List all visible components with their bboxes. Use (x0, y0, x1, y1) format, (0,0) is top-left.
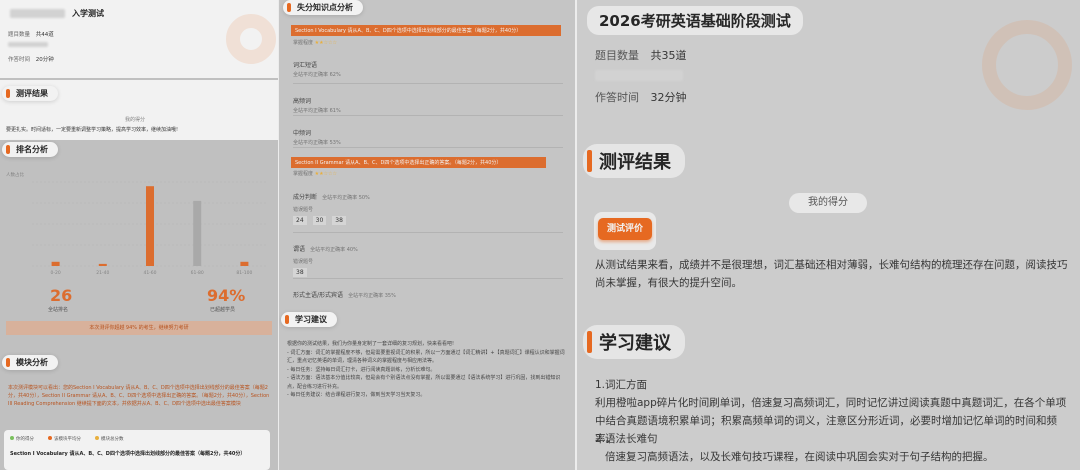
section-result-title: 测评结果 (583, 144, 685, 178)
x-tick-61-80: 61-80 (191, 270, 204, 276)
question-count-row: 题目数量 共35道 (595, 47, 687, 63)
panel-weak-points: 失分知识点分析 Section I Vocabulary 请从A、B、C、D四个… (279, 0, 575, 470)
blurred-user-name (10, 9, 65, 18)
section-rank-title: 排名分析 (2, 142, 58, 157)
time-row: 作答时间 32分钟 (595, 89, 687, 105)
watermark-logo-icon (982, 20, 1072, 110)
list-item[interactable]: 词汇短语 全站平均正确率 62% (293, 52, 563, 84)
time-row: 作答时间 20分钟 (8, 55, 54, 63)
sec2-item-c[interactable]: 形式主语/形式宾语 全站平均正确率 35% (293, 278, 563, 301)
time-label: 作答时间 (595, 91, 639, 104)
legend-dot-icon (10, 436, 14, 440)
mastery-label-2: 掌握程度 ★★☆☆☆ (293, 171, 338, 177)
surpass-banner: 本次测评你超越 94% 的考生，继续努力考研 (6, 321, 272, 335)
y-axis-label: 人数占比 (6, 171, 24, 178)
surpass-label: 已超越学员 (210, 307, 236, 313)
time-value: 32分钟 (650, 91, 687, 104)
list-item[interactable]: 中频词 全站平均正确率 53% (293, 116, 563, 148)
question-count-label: 题目数量 (595, 49, 639, 62)
x-tick-41-60: 41-60 (143, 270, 156, 276)
my-score-label: 我的得分 (125, 117, 146, 123)
test-info-card: 入学测试 题目数量 共44道 作答时间 20分钟 (0, 0, 278, 78)
evaluation-button[interactable]: 测试评价 (598, 218, 652, 240)
x-tick-21-40: 21-40 (96, 270, 109, 276)
time-label: 作答时间 (8, 57, 31, 63)
section-weak-points-title: 失分知识点分析 (283, 0, 363, 15)
panel-2026-test: 2026考研英语基础阶段测试 题目数量 共35道 作答时间 32分钟 测评结果 … (577, 0, 1080, 470)
bar-81-100 (240, 261, 249, 266)
question-count-label: 题目数量 (8, 32, 31, 38)
wrong-numbers: 24 30 38 (293, 216, 563, 225)
evaluation-text: 从测试结果来看，成绩并不是很理想，词汇基础还相对薄弱，长难句结构的梳理还存在问题… (595, 259, 1068, 289)
test-title: 2026考研英语基础阶段测试 (587, 6, 803, 35)
legend-total: 模块总分数 (95, 436, 124, 442)
surpass-value: 94% (207, 286, 246, 305)
question-count-value: 共35道 (650, 49, 687, 62)
blurred-date (595, 70, 683, 81)
section2-header-bar: Section II Grammar 请从A、B、C、D四个选项中选择出正确的答… (291, 157, 546, 168)
x-tick-0-20: 0-20 (50, 270, 60, 276)
legend-dot-icon (48, 436, 52, 440)
sec2-item-a[interactable]: 成分判断 全站平均正确率 50% 错误题号 24 30 38 (293, 184, 563, 225)
evaluation-tab[interactable]: 测试评价 (594, 212, 656, 250)
panel-entrance-test: 入学测试 题目数量 共44道 作答时间 20分钟 测评结果 我的得分 要更扎实。… (0, 0, 278, 470)
time-value: 20分钟 (35, 57, 54, 63)
module-card-title: Section I Vocabulary 请从A、B、C、D四个选项中选择出划线… (10, 451, 246, 457)
question-count-row: 题目数量 共44道 (8, 30, 54, 38)
test-title: 入学测试 (72, 9, 104, 18)
question-count-value: 共44道 (35, 32, 54, 38)
sec1-items: 词汇短语 全站平均正确率 62% 高频词 全站平均正确率 61% 中频词 全站平… (293, 52, 563, 148)
mastery-label: 掌握程度 ★★☆☆☆ (293, 40, 338, 46)
section1-header-bar: Section I Vocabulary 请从A、B、C、D四个选项中选择出划线… (291, 25, 561, 36)
bar-61-80 (193, 200, 202, 266)
bar-41-60 (146, 186, 154, 266)
section-result-title: 测评结果 (2, 86, 58, 101)
x-tick-81-100: 81-100 (236, 270, 252, 276)
section-module-title: 模块分析 (2, 355, 58, 370)
module-summary: 本次测评模块可以看出：您的Section I Vocabulary 请从A、B、… (8, 385, 270, 407)
advice-2-title: 2.语法长难句 (595, 433, 658, 445)
result-comment: 要更扎实。时间适标，一定要重新调整学习策略，提高学习效率，继续加油哦! (6, 127, 179, 133)
my-score-pill: 我的得分 (789, 193, 867, 213)
bar-0-20 (51, 261, 60, 266)
advice-2-text: 倍速复习高频语法，以及长难句技巧课程，在阅读中巩固会实对于句子结构的把握。 (605, 451, 994, 463)
study-advice-text: 根据你的测试结果，我们为你量身定制了一套详细的复习规划，快来看看吧! - 词汇方… (287, 341, 565, 398)
legend-dot-icon (95, 436, 99, 440)
section-study-title: 学习建议 (281, 312, 337, 327)
module-legend: 你的得分 该模块平均分 模块总分数 (10, 436, 124, 442)
module-card: 你的得分 该模块平均分 模块总分数 Section I Vocabulary 请… (4, 430, 270, 470)
rank-value: 26 (50, 286, 73, 305)
rank-chart: 人数占比 0-20 21-40 41-60 61-80 81-100 (6, 171, 268, 276)
rank-label: 全站排名 (48, 307, 69, 313)
advice-1-title: 1.词汇方面 (595, 379, 648, 391)
legend-average: 该模块平均分 (48, 436, 81, 442)
result-card: 测评结果 我的得分 要更扎实。时间适标，一定要重新调整学习策略，提高学习效率，继… (0, 80, 278, 140)
section-study-title: 学习建议 (583, 325, 685, 359)
sec2-item-b[interactable]: 谓语 全站平均正确率 40% 错误题号 38 (293, 232, 563, 277)
legend-your-score: 你的得分 (10, 436, 34, 442)
list-item[interactable]: 高频词 全站平均正确率 61% (293, 84, 563, 116)
blurred-date (8, 42, 48, 47)
watermark-logo-icon (226, 14, 276, 64)
bar-21-40 (98, 263, 107, 266)
